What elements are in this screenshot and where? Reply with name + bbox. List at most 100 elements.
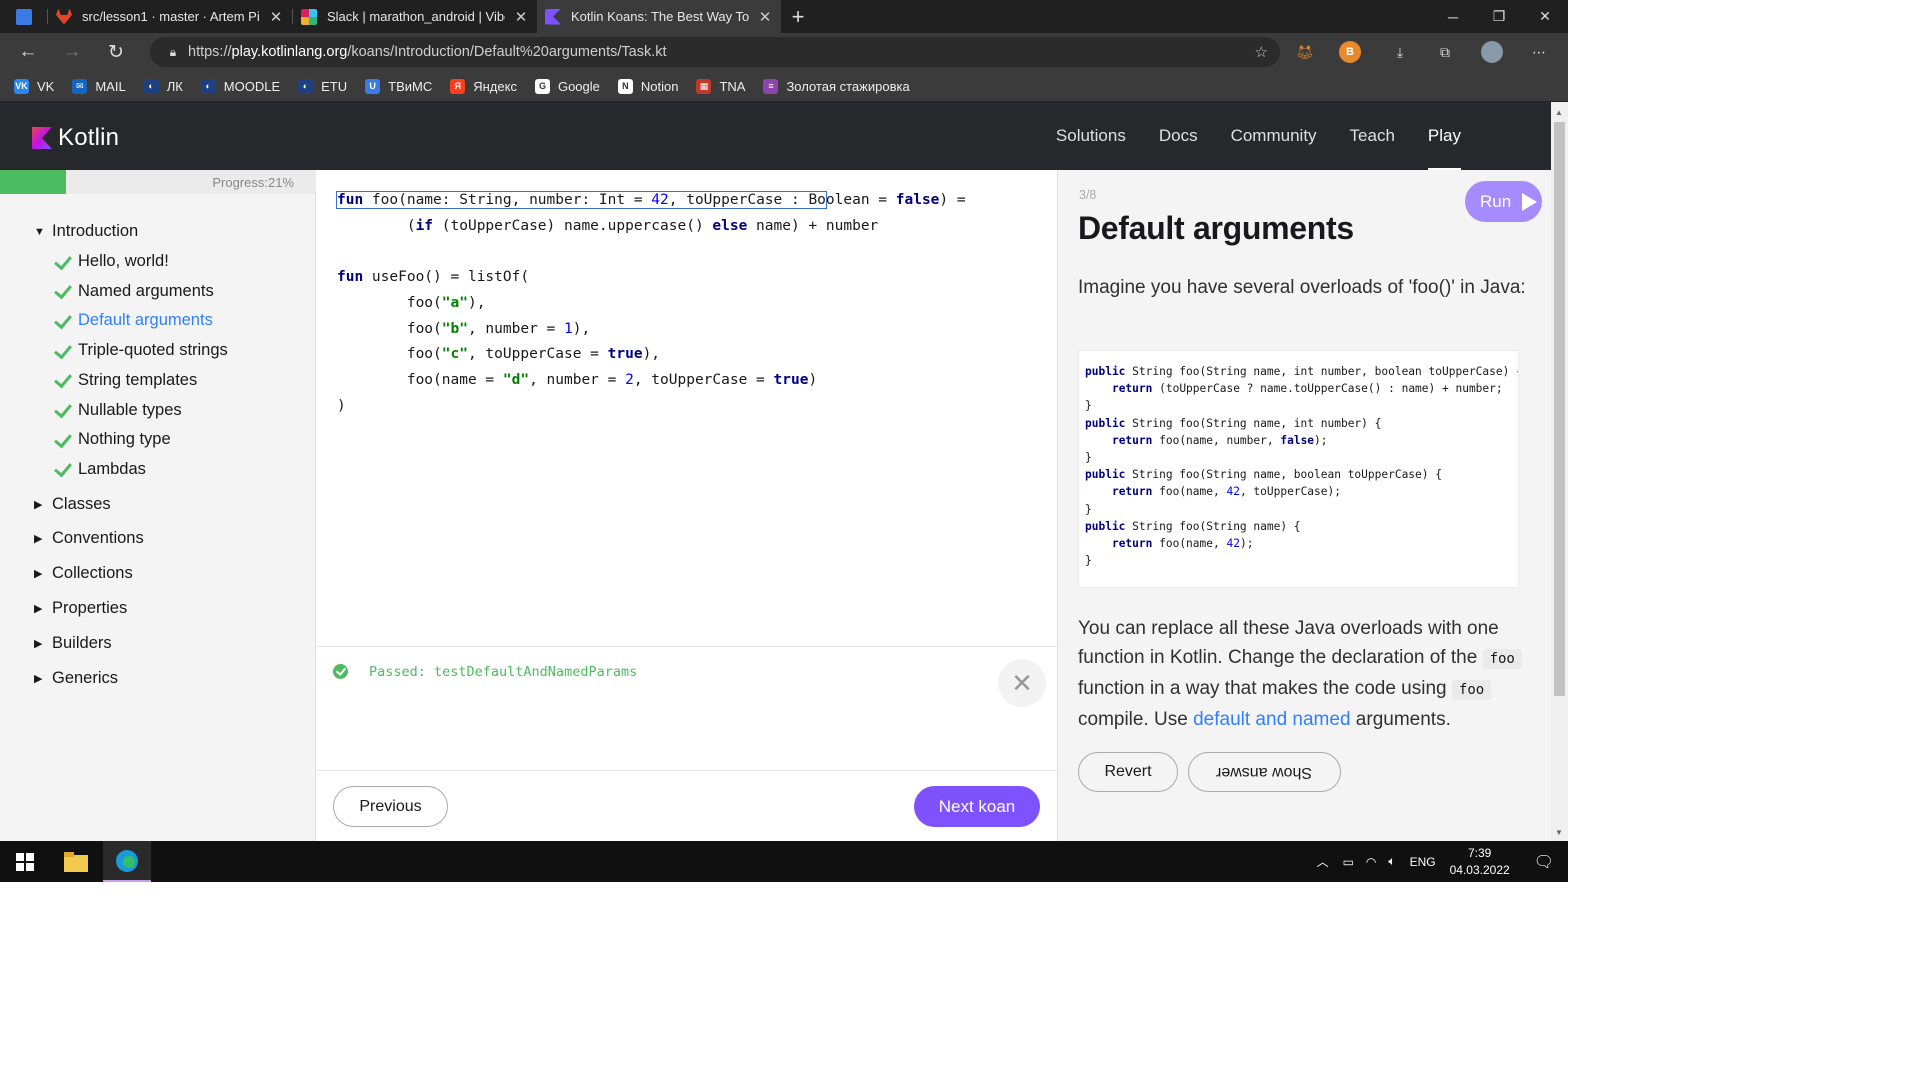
close-tab-icon[interactable]: ✕: [513, 8, 529, 26]
notifications-icon[interactable]: 🗨︎: [1534, 852, 1554, 872]
koans-sidebar: Progress:21% ▼ Introduction Hello, world! N…: [0, 170, 316, 841]
profile-avatar[interactable]: [1481, 41, 1503, 63]
site-header: Kotlin Solutions Docs Community Teach Pl…: [0, 102, 1551, 170]
bookmark-icon: ▦: [696, 78, 712, 94]
browser-tab-bar: src/lesson1 · master · Artem Pina ✕ Slac…: [0, 0, 1568, 33]
browser-tab-gitlab[interactable]: src/lesson1 · master · Artem Pina ✕: [48, 0, 292, 33]
progress-fill: [0, 170, 67, 194]
bookmark-5[interactable]: U ТВиМС: [365, 78, 432, 94]
koan-item[interactable]: Named arguments: [54, 282, 214, 301]
scroll-down-icon[interactable]: ▼: [1555, 828, 1563, 837]
scroll-up-icon[interactable]: ▲: [1555, 108, 1563, 117]
bookmark-2[interactable]: ◐ ЛК: [143, 78, 183, 94]
bookmark-3[interactable]: ◐ MOODLE: [200, 78, 280, 94]
downloads-icon[interactable]: ⤓: [1389, 41, 1411, 63]
close-tab-icon[interactable]: ✕: [757, 8, 773, 26]
bookmark-icon: ◐: [200, 78, 216, 94]
bookmark-0[interactable]: VK VK: [14, 78, 54, 94]
next-koan-button[interactable]: Next koan: [914, 786, 1040, 827]
koan-item[interactable]: Hello, world!: [54, 252, 169, 271]
restore-button[interactable]: ❐: [1476, 0, 1522, 33]
slack-icon: [301, 8, 317, 25]
caret-right-icon: ▶: [34, 498, 43, 511]
wifi-icon[interactable]: ◠: [1366, 855, 1376, 869]
checkmark-icon: [54, 255, 76, 269]
browser-tab-slack[interactable]: Slack | marathon_android | Vibel ✕: [293, 0, 537, 33]
reload-button[interactable]: ↻: [94, 33, 138, 71]
section-properties[interactable]: ▶ Properties: [34, 599, 127, 618]
checkmark-icon: [54, 314, 76, 328]
caret-right-icon: ▶: [34, 533, 43, 546]
koan-item[interactable]: Nothing type: [54, 430, 171, 449]
close-result-button[interactable]: ✕: [998, 659, 1046, 707]
nav-community[interactable]: Community: [1231, 102, 1317, 170]
address-bar[interactable]: 🔒︎ https://play.kotlinlang.org/koans/Int…: [150, 37, 1280, 67]
browser-tab-kotlin[interactable]: Kotlin Koans: The Best Way To Le ✕: [537, 0, 781, 33]
start-button[interactable]: [0, 841, 50, 882]
forward-button[interactable]: →: [50, 33, 94, 71]
nav-teach[interactable]: Teach: [1350, 102, 1395, 170]
minimize-button[interactable]: ─: [1430, 0, 1476, 33]
nav-solutions[interactable]: Solutions: [1056, 102, 1126, 170]
bookmark-6[interactable]: Я Яндекс: [450, 78, 517, 94]
lock-icon[interactable]: 🔒︎: [158, 45, 188, 60]
section-collections[interactable]: ▶ Collections: [34, 564, 133, 583]
koan-counter: 3/8: [1079, 188, 1097, 202]
code-editor[interactable]: fun foo(name: String, number: Int = 42, …: [317, 170, 1057, 646]
back-button[interactable]: ←: [6, 33, 50, 71]
koan-item[interactable]: String templates: [54, 371, 197, 390]
caret-right-icon: ▶: [34, 568, 43, 581]
close-window-button[interactable]: ✕: [1522, 0, 1568, 33]
java-code-block: public String foo(String name, int numbe…: [1078, 350, 1519, 588]
volume-icon[interactable]: 🔈︎: [1388, 854, 1395, 869]
bookmark-icon: ≡: [763, 78, 779, 94]
bookmark-7[interactable]: G Google: [534, 78, 600, 94]
section-builders[interactable]: ▶ Builders: [34, 634, 112, 653]
show-hidden-icons[interactable]: ︿: [1317, 853, 1329, 870]
koan-item[interactable]: Triple-quoted strings: [54, 341, 228, 360]
section-conventions[interactable]: ▶ Conventions: [34, 529, 144, 548]
window-controls: ─ ❐ ✕: [1430, 0, 1568, 33]
previous-button[interactable]: Previous: [333, 786, 448, 827]
edge-browser-app[interactable]: [103, 841, 151, 882]
koan-item[interactable]: Default arguments: [54, 311, 213, 330]
url-text[interactable]: https://play.kotlinlang.org/koans/Introd…: [188, 44, 667, 60]
bookmark-10[interactable]: ≡ Золотая стажировка: [763, 78, 910, 94]
code-content[interactable]: fun foo(name: String, number: Int = 42, …: [336, 188, 966, 419]
scrollbar-thumb[interactable]: [1554, 122, 1565, 696]
checkmark-icon: [54, 284, 76, 298]
bookmark-8[interactable]: N Notion: [617, 78, 678, 94]
close-tab-icon[interactable]: ✕: [268, 8, 284, 26]
task-description: You can replace all these Java overloads…: [1078, 614, 1528, 734]
clock[interactable]: 7:39 04.03.2022: [1450, 845, 1510, 879]
collections-icon[interactable]: ⧉: [1434, 41, 1456, 63]
koan-item[interactable]: Lambdas: [54, 460, 146, 479]
bookmark-4[interactable]: ◐ ETU: [298, 78, 347, 94]
favorite-star-icon[interactable]: ☆: [1255, 43, 1268, 61]
nav-play[interactable]: Play: [1427, 102, 1462, 170]
nav-docs[interactable]: Docs: [1159, 102, 1198, 170]
show-answer-button[interactable]: Show answer: [1188, 752, 1341, 792]
kotlin-logo[interactable]: Kotlin: [32, 124, 119, 152]
section-generics[interactable]: ▶ Generics: [34, 669, 118, 688]
checkmark-icon: [54, 344, 76, 358]
page-scrollbar[interactable]: ▲ ▼: [1551, 102, 1568, 841]
revert-button[interactable]: Revert: [1078, 752, 1178, 792]
new-tab-button[interactable]: +: [781, 0, 815, 33]
section-introduction[interactable]: ▼ Introduction: [34, 222, 138, 241]
file-explorer-app[interactable]: [52, 841, 100, 882]
section-classes[interactable]: ▶ Classes: [34, 495, 111, 514]
caret-down-icon: ▼: [34, 225, 45, 238]
bookmark-1[interactable]: ✉ MAIL: [72, 78, 126, 94]
koan-item[interactable]: Nullable types: [54, 401, 182, 420]
default-and-named-link[interactable]: default and named: [1193, 709, 1350, 730]
bookmark-9[interactable]: ▦ TNA: [696, 78, 745, 94]
metamask-icon[interactable]: 🦊︎: [1294, 41, 1316, 63]
language-indicator[interactable]: ENG: [1410, 855, 1436, 869]
passed-check-icon: [333, 664, 348, 679]
extension-b-icon[interactable]: B: [1339, 41, 1361, 63]
menu-dots-icon[interactable]: ⋯: [1528, 41, 1550, 63]
battery-icon[interactable]: ▭: [1343, 855, 1354, 869]
browser-tab-app[interactable]: [0, 0, 47, 33]
run-button[interactable]: Run: [1465, 181, 1542, 222]
